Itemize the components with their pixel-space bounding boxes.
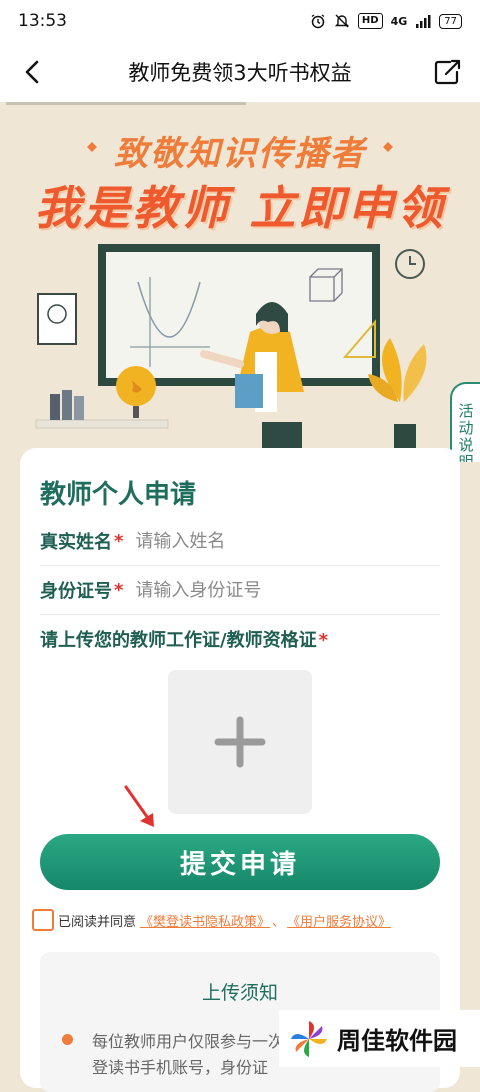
agreement-separator: 、 xyxy=(272,914,286,930)
banner: 致敬知识传播者 我是教师 立即申领 活动说明 xyxy=(0,102,480,462)
share-icon[interactable] xyxy=(430,56,466,88)
form-title: 教师个人申请 xyxy=(40,480,197,510)
application-form-card: 教师个人申请 真实姓名* 身份证号* 请上传您的教师工作证/教师资格证* 提交申… xyxy=(20,448,460,1092)
name-label: 真实姓名 xyxy=(40,532,112,553)
watermark-text: 周佳软件园 xyxy=(337,1027,457,1055)
slogan-main: 我是教师 立即申领 xyxy=(34,181,446,235)
upload-label: 请上传您的教师工作证/教师资格证 xyxy=(40,630,317,651)
red-arrow-annotation xyxy=(124,785,154,827)
upload-label-row: 请上传您的教师工作证/教师资格证 * xyxy=(40,626,340,652)
slogan-top: 致敬知识传播者 xyxy=(114,134,366,174)
battery-icon: 77 xyxy=(439,13,462,29)
notice-text-line1: 每位教师用户仅限参与一次 xyxy=(92,1032,285,1051)
hd-badge: HD xyxy=(357,13,383,29)
notice-text-line2: 登读书手机账号，身份证 xyxy=(92,1058,269,1077)
id-number-input[interactable] xyxy=(135,579,440,601)
plus-icon xyxy=(214,716,266,768)
id-row: 身份证号 * xyxy=(40,566,440,615)
upload-certificate-button[interactable] xyxy=(168,670,312,814)
required-mark: * xyxy=(114,530,124,552)
notice-title: 上传须知 xyxy=(201,982,278,1004)
status-time: 13:53 xyxy=(18,11,67,31)
required-mark: * xyxy=(114,579,124,601)
bullet-icon xyxy=(62,1034,73,1045)
status-icons: HD 4G 77 xyxy=(310,13,462,29)
agreement-checkbox[interactable] xyxy=(32,909,54,931)
name-input[interactable] xyxy=(135,530,440,552)
mute-bell-icon xyxy=(334,14,350,28)
privacy-policy-link[interactable]: 《樊登读书隐私政策》 xyxy=(140,911,270,930)
watermark: 周佳软件园 xyxy=(279,1010,480,1067)
user-agreement-link[interactable]: 《用户服务协议》 xyxy=(287,911,391,930)
name-row: 真实姓名 * xyxy=(40,517,440,566)
nav-bar: 教师免费领3大听书权益 xyxy=(0,42,480,103)
agreement-row: 已阅读并同意 《樊登读书隐私政策》 、 《用户服务协议》 xyxy=(32,906,452,934)
status-bar: 13:53 HD 4G 77 xyxy=(0,0,480,42)
page-title: 教师免费领3大听书权益 xyxy=(128,61,352,85)
signal-icon xyxy=(416,15,431,28)
pinwheel-logo-icon xyxy=(291,1020,327,1057)
alarm-icon xyxy=(311,14,325,29)
required-mark: * xyxy=(318,630,328,651)
chevron-left-icon[interactable] xyxy=(14,56,50,88)
id-label: 身份证号 xyxy=(40,581,112,602)
agreement-prefix: 已阅读并同意 xyxy=(58,914,137,930)
activity-rules-tab[interactable]: 活动说明 xyxy=(450,382,480,462)
network-label: 4G xyxy=(390,14,408,28)
submit-application-button[interactable]: 提交申请 xyxy=(40,834,440,890)
